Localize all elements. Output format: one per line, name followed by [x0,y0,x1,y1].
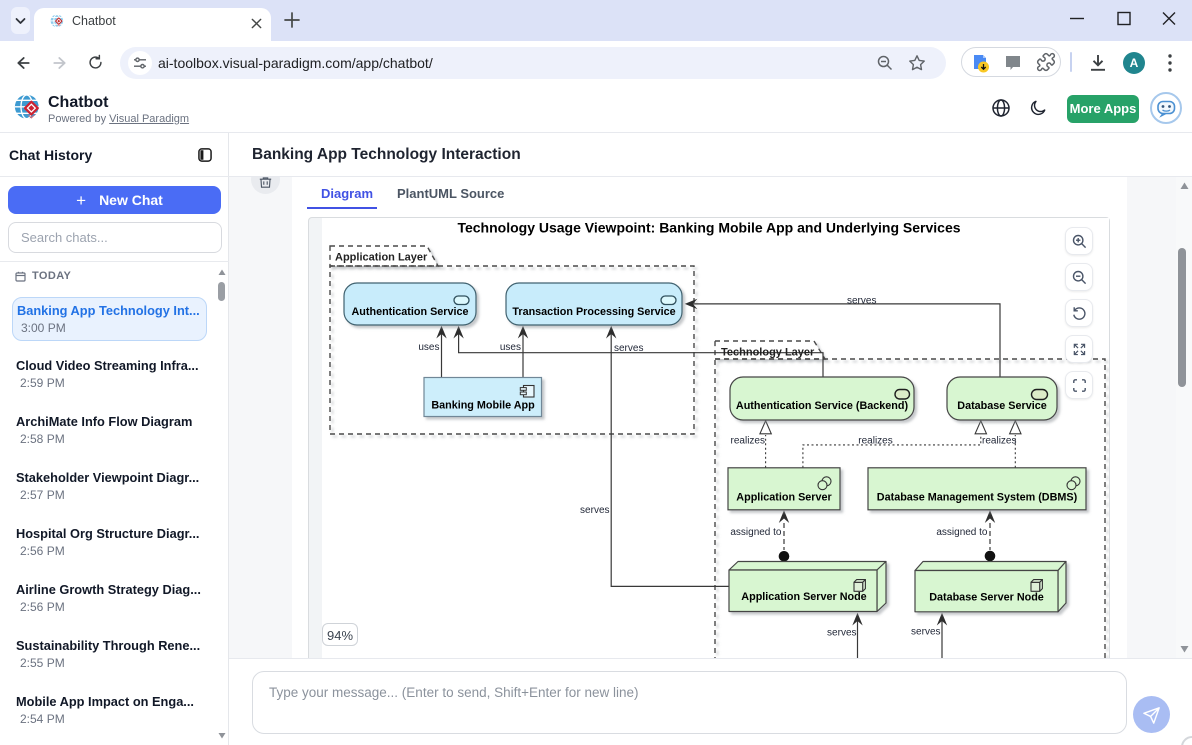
svg-text:realizes: realizes [858,436,892,447]
svg-text:Technology Layer: Technology Layer [721,347,815,359]
svg-text:assigned to: assigned to [936,527,988,538]
svg-text:Transaction Processing Service: Transaction Processing Service [512,306,675,318]
svg-text:serves: serves [827,628,856,639]
svg-text:serves: serves [614,343,643,354]
svg-text:uses: uses [418,342,439,353]
svg-text:serves: serves [847,296,876,307]
svg-text:Authentication Service (Backen: Authentication Service (Backend) [736,400,909,412]
svg-text:Database Management System (DB: Database Management System (DBMS) [877,492,1078,504]
svg-text:Application Layer: Application Layer [335,252,428,264]
svg-text:Authentication Service: Authentication Service [352,306,469,318]
svg-text:assigned to: assigned to [730,527,782,538]
svg-text:realizes: realizes [982,436,1016,447]
svg-text:serves: serves [580,505,609,516]
svg-text:realizes: realizes [731,436,765,447]
svg-text:Database Service: Database Service [957,400,1046,412]
svg-text:Application Server: Application Server [736,492,832,504]
svg-text:Database Server Node: Database Server Node [929,592,1044,604]
svg-text:serves: serves [911,627,940,638]
svg-text:Banking Mobile App: Banking Mobile App [431,400,535,412]
svg-text:uses: uses [500,342,521,353]
svg-text:Technology Usage Viewpoint: Ba: Technology Usage Viewpoint: Banking Mobi… [457,220,960,236]
svg-text:Application Server Node: Application Server Node [741,591,866,603]
